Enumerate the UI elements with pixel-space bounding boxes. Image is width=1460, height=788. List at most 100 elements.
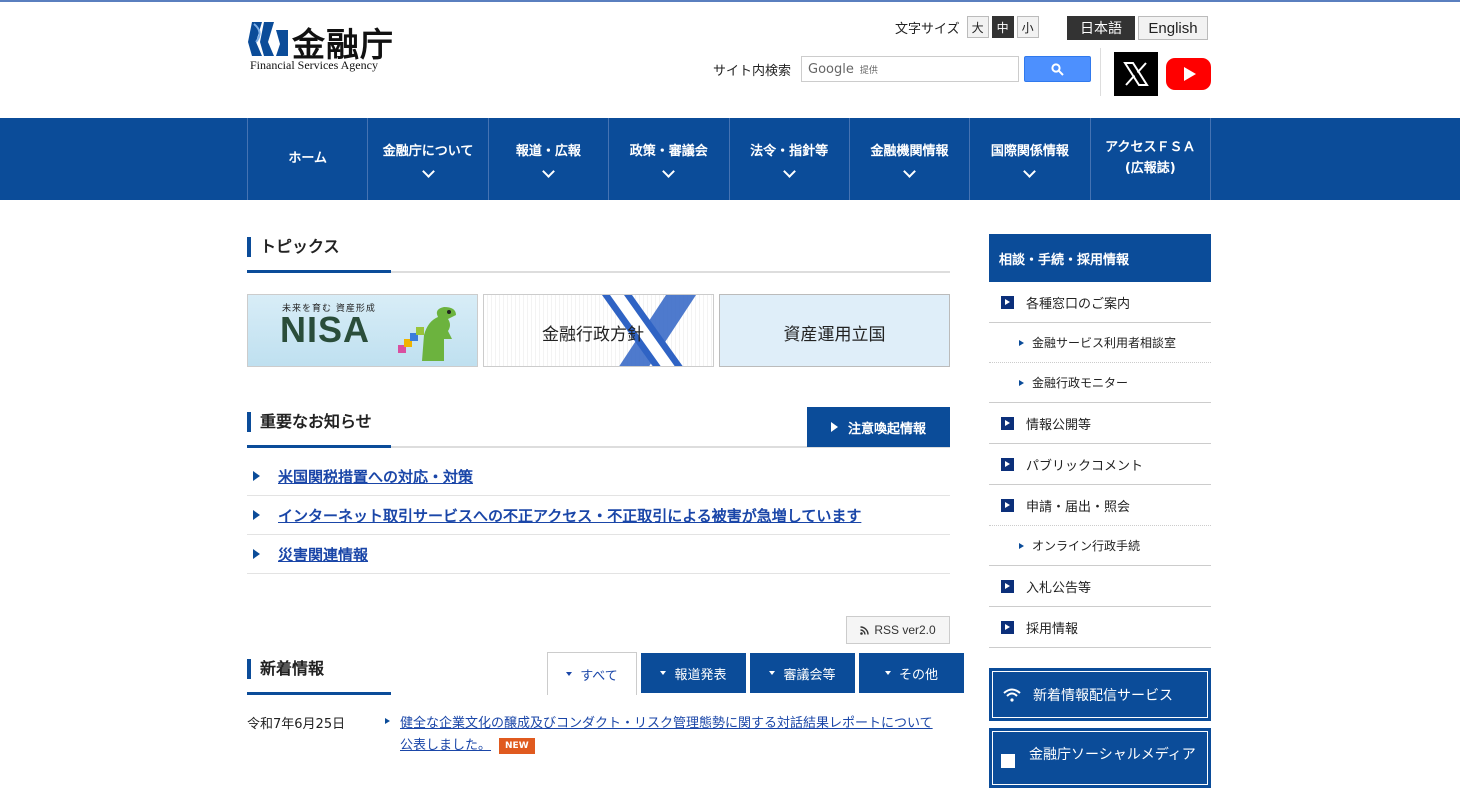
tab-press-release[interactable]: 報道発表 (641, 653, 746, 693)
sidebar-item-label: 採用情報 (1026, 621, 1079, 637)
site-search: サイト内検索 Google 提供 (713, 56, 1092, 82)
news-tabs: すべて 報道発表 審議会等 その他 (547, 652, 964, 695)
caret-down-icon (660, 671, 667, 675)
caret-down-icon (566, 672, 573, 676)
section-title: 重要なお知らせ (247, 412, 372, 432)
banner-nisa-title: NISA (280, 309, 371, 350)
language-switcher: 日本語 English (1067, 16, 1208, 40)
new-badge: NEW (499, 737, 535, 754)
topic-banners: 未来を育む 資産形成 NISA 金融行政方針 資産運用立国 (247, 294, 950, 367)
arrow-right-icon (1019, 379, 1024, 386)
font-size-small-button[interactable]: 小 (1016, 16, 1039, 38)
arrow-right-icon (385, 718, 390, 724)
sidebar-item-recruitment[interactable]: 採用情報 (989, 607, 1211, 648)
x-logo-icon (1123, 62, 1149, 86)
nav-international[interactable]: 国際関係情報 (970, 118, 1091, 200)
sidebar: 相談・手続・採用情報 各種窓口のご案内 金融サービス利用者相談室 金融行政モニタ… (989, 234, 1211, 788)
google-brand-text: Google (808, 61, 854, 77)
chevron-down-icon (421, 165, 435, 178)
tab-label: その他 (898, 667, 938, 683)
social-media-label: 金融庁ソーシャルメディア (1029, 747, 1196, 763)
alert-info-label: 注意喚起情報 (847, 421, 926, 437)
section-title: 新着情報 (247, 659, 324, 679)
sidebar-item-disclosure[interactable]: 情報公開等 (989, 403, 1211, 444)
notice-link[interactable]: 米国関税措置への対応・対策 (278, 466, 473, 487)
font-size-large-button[interactable]: 大 (966, 16, 989, 38)
chevron-down-icon (782, 165, 796, 178)
nav-institutions[interactable]: 金融機関情報 (850, 118, 971, 200)
news-date: 令和7年6月25日 (247, 717, 346, 732)
sidebar-item-online-procedures[interactable]: オンライン行政手続 (989, 526, 1211, 566)
notice-link[interactable]: 災害関連情報 (278, 544, 368, 565)
sidebar-item-label: 申請・届出・照会 (1026, 499, 1131, 515)
square-arrow-icon (1001, 498, 1014, 512)
square-arrow-icon (1001, 579, 1014, 593)
banner-asset-management[interactable]: 資産運用立国 (719, 294, 950, 367)
rss-button[interactable]: RSS ver2.0 (846, 616, 950, 644)
header: 金融庁 Financial Services Agency 文字サイズ 大 中 … (0, 2, 1460, 118)
x-twitter-icon[interactable] (1114, 52, 1158, 96)
list-item: インターネット取引サービスへの不正アクセス・不正取引による被害が急増しています (247, 496, 950, 535)
play-icon (1183, 67, 1196, 81)
banner-financial-policy[interactable]: 金融行政方針 (483, 294, 714, 367)
font-size-label: 文字サイズ (895, 21, 960, 37)
sidebar-item-public-comment[interactable]: パブリックコメント (989, 444, 1211, 485)
sidebar-item-label: 金融サービス利用者相談室 (1032, 336, 1177, 350)
sidebar-item-label: 金融行政モニター (1032, 376, 1129, 390)
news-link[interactable]: 健全な企業文化の醸成及びコンダクト・リスク管理態勢に関する対話結果レポートについ… (400, 713, 945, 757)
nav-laws[interactable]: 法令・指針等 (730, 118, 850, 200)
language-japanese-button[interactable]: 日本語 (1067, 16, 1135, 40)
sidebar-item-label: 情報公開等 (1026, 417, 1092, 433)
nav-label: アクセスＦＳＡ (1105, 140, 1196, 156)
dinosaur-mascot-icon (398, 307, 456, 361)
banner-nisa[interactable]: 未来を育む 資産形成 NISA (247, 294, 478, 367)
sidebar-item-label: オンライン行政手続 (1032, 539, 1141, 553)
nav-about[interactable]: 金融庁について (368, 118, 489, 200)
tab-all[interactable]: すべて (547, 652, 637, 695)
social-media-button[interactable]: 金融庁ソーシャルメディア (989, 728, 1211, 788)
square-arrow-icon (1001, 295, 1014, 309)
alert-info-button[interactable]: 注意喚起情報 (807, 407, 950, 447)
arrow-right-icon (1019, 339, 1024, 346)
sidebar-item-label: 各種窓口のご案内 (1026, 296, 1131, 312)
tab-other[interactable]: その他 (859, 653, 964, 693)
global-nav: ホーム 金融庁について 報道・広報 政策・審議会 法令・指針等 金融機関情報 国… (0, 118, 1460, 200)
news-title: 健全な企業文化の醸成及びコンダクト・リスク管理態勢に関する対話結果レポートについ… (400, 716, 933, 753)
arrow-right-icon (253, 549, 260, 559)
language-english-button[interactable]: English (1138, 16, 1208, 40)
banner-financial-policy-text: 金融行政方針 (542, 325, 644, 345)
chevron-down-icon (1023, 165, 1037, 178)
important-notice-list: 米国関税措置への対応・対策 インターネット取引サービスへの不正アクセス・不正取引… (247, 457, 950, 574)
nav-label: 金融庁について (382, 144, 474, 160)
nav-label: 国際関係情報 (990, 144, 1069, 160)
nav-press[interactable]: 報道・広報 (489, 118, 610, 200)
tab-council[interactable]: 審議会等 (750, 653, 855, 693)
sidebar-item-applications[interactable]: 申請・届出・照会 (989, 485, 1211, 526)
sidebar-item-label: 入札公告等 (1026, 580, 1092, 596)
caret-down-icon (769, 671, 776, 675)
sidebar-title: 相談・手続・採用情報 (989, 234, 1211, 282)
sidebar-item-contact[interactable]: 各種窓口のご案内 (989, 282, 1211, 323)
font-size-medium-button[interactable]: 中 (991, 16, 1014, 38)
font-size-switcher: 文字サイズ 大 中 小 (895, 16, 1039, 38)
nav-policy[interactable]: 政策・審議会 (609, 118, 730, 200)
chevron-down-icon (903, 165, 916, 178)
nav-home[interactable]: ホーム (248, 118, 369, 200)
notice-link[interactable]: インターネット取引サービスへの不正アクセス・不正取引による被害が急増しています (278, 505, 861, 526)
sidebar-item-monitor[interactable]: 金融行政モニター (989, 363, 1211, 403)
youtube-icon[interactable] (1166, 58, 1211, 90)
site-logo[interactable]: 金融庁 Financial Services Agency (248, 20, 408, 76)
news-delivery-service-button[interactable]: 新着情報配信サービス (989, 668, 1211, 721)
nav-label: 法令・指針等 (750, 144, 829, 160)
arrow-right-icon (1019, 542, 1024, 549)
sidebar-item-bids[interactable]: 入札公告等 (989, 566, 1211, 607)
list-item: 米国関税措置への対応・対策 (247, 457, 950, 496)
search-input[interactable]: Google 提供 (801, 56, 1020, 82)
sidebar-item-consultation[interactable]: 金融サービス利用者相談室 (989, 323, 1211, 363)
arrow-right-icon (253, 471, 260, 481)
nav-label: 金融機関情報 (870, 144, 949, 160)
search-label: サイト内検索 (713, 63, 792, 79)
search-button[interactable] (1024, 56, 1092, 82)
nav-access-fsa[interactable]: アクセスＦＳＡ (広報誌) (1091, 118, 1211, 200)
tab-label: 審議会等 (783, 667, 836, 683)
